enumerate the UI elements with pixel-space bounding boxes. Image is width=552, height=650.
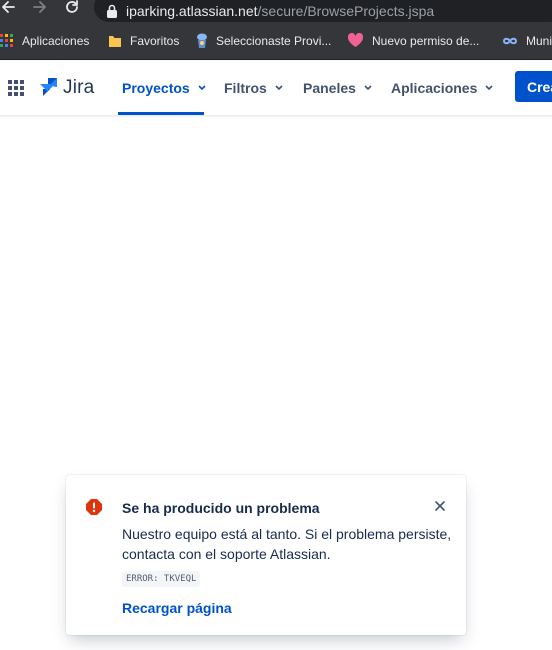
reload-icon xyxy=(66,0,78,13)
jira-logo-icon xyxy=(40,78,57,96)
bookmark-label: Nuevo permiso de... xyxy=(372,33,480,48)
url-host: iparking.atlassian.net xyxy=(126,3,258,19)
browser-toolbar: iparking.atlassian.net/secure/BrowseProj… xyxy=(0,0,552,22)
error-flag: Se ha producido un problema Nuestro equi… xyxy=(66,475,466,635)
bookmarks-bar: Aplicaciones Favoritos Seleccionaste Pro… xyxy=(0,22,552,60)
active-tab-indicator xyxy=(118,112,204,115)
heart-icon xyxy=(347,33,364,47)
nav-aplicaciones[interactable]: Aplicaciones xyxy=(391,60,493,115)
folder-icon xyxy=(109,35,121,47)
arrow-left-icon xyxy=(2,1,15,13)
nav-label: Filtros xyxy=(224,79,267,96)
apps-grid-icon xyxy=(0,33,13,47)
flag-title: Se ha producido un problema xyxy=(122,500,320,516)
app-grid-icon xyxy=(8,80,24,96)
create-button[interactable]: Crear xyxy=(515,71,552,102)
dismiss-flag-button[interactable] xyxy=(434,499,446,517)
bookmark-favoritos[interactable]: Favoritos xyxy=(108,22,179,59)
reload-page-link[interactable]: Recargar página xyxy=(122,600,232,616)
close-icon xyxy=(435,501,445,511)
error-icon xyxy=(86,499,102,515)
nav-proyectos[interactable]: Proyectos xyxy=(122,60,206,115)
chevron-down-icon xyxy=(364,84,372,90)
chevron-down-icon xyxy=(485,84,493,90)
flag-description: Nuestro equipo está al tanto. Si el prob… xyxy=(122,526,452,562)
bookmark-aplicaciones[interactable]: Aplicaciones xyxy=(0,22,89,59)
bookmark-label: Aplicaciones xyxy=(22,33,90,48)
bookmark-label: Seleccionaste Provi... xyxy=(216,33,332,48)
bookmark-seleccionaste[interactable]: Seleccionaste Provi... xyxy=(196,22,331,59)
url-text: iparking.atlassian.net/secure/BrowseProj… xyxy=(126,3,434,19)
address-bar[interactable]: iparking.atlassian.net/secure/BrowseProj… xyxy=(94,0,552,22)
reload-button[interactable] xyxy=(62,0,82,17)
arrow-right-icon xyxy=(33,1,46,13)
bookmark-label: Muni xyxy=(526,33,552,48)
chevron-down-icon xyxy=(275,84,283,90)
forward-button[interactable] xyxy=(30,0,50,17)
lock-icon xyxy=(107,4,117,18)
nav-paneles[interactable]: Paneles xyxy=(303,60,372,115)
nav-label: Proyectos xyxy=(122,79,190,96)
nav-label: Paneles xyxy=(303,79,356,96)
infinity-icon xyxy=(502,37,518,44)
nav-filtros[interactable]: Filtros xyxy=(224,60,283,115)
jira-logo[interactable]: Jira xyxy=(38,77,94,99)
jira-logo-text: Jira xyxy=(63,77,95,98)
url-path: /secure/BrowseProjects.jspa xyxy=(257,3,435,19)
shield-badge-icon xyxy=(197,33,207,48)
jira-top-navigation: Jira Proyectos Filtros Paneles Aplicacio… xyxy=(0,60,552,116)
app-switcher-button[interactable] xyxy=(8,80,24,101)
nav-label: Aplicaciones xyxy=(391,79,478,96)
bookmark-label: Favoritos xyxy=(130,33,180,48)
bookmark-nuevo-permiso[interactable]: Nuevo permiso de... xyxy=(347,22,479,59)
chevron-down-icon xyxy=(198,84,206,90)
back-button[interactable] xyxy=(0,0,18,17)
bookmark-muni[interactable]: Muni xyxy=(502,22,552,59)
error-code-badge: ERROR: TKVEQL xyxy=(122,571,201,587)
